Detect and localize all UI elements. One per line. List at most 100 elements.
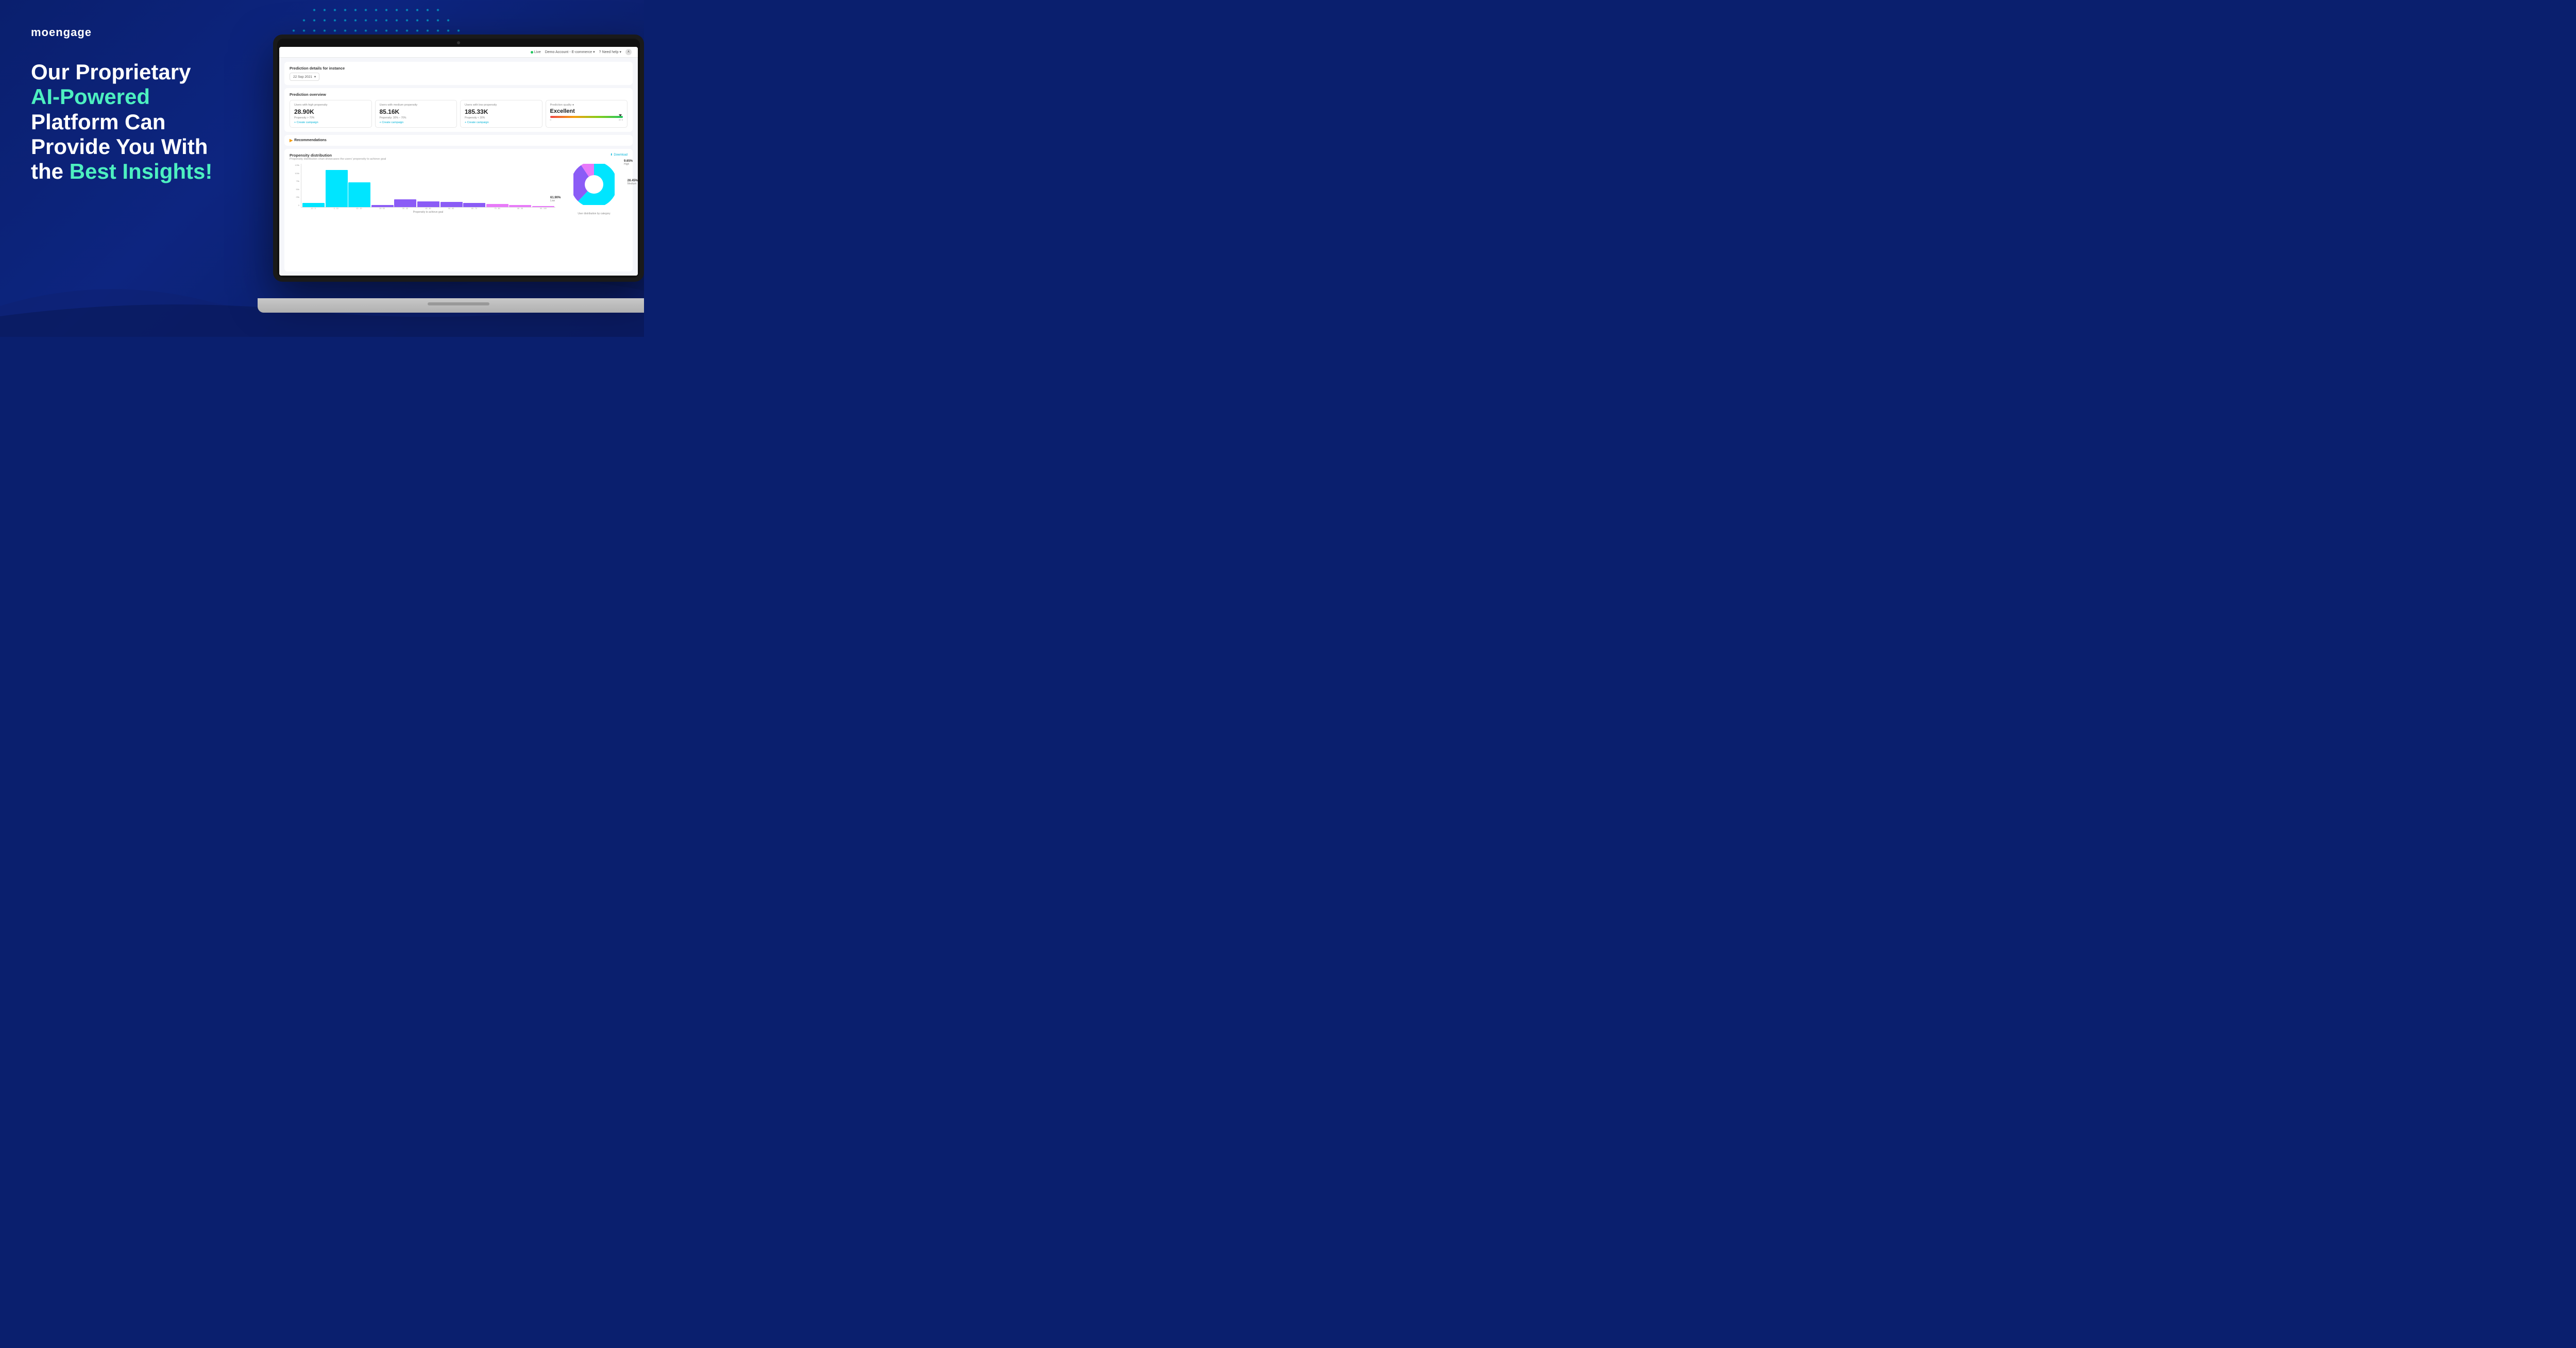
- bar-30-40: [394, 199, 416, 207]
- bar-70-80: [486, 204, 509, 207]
- headline-line4: Provide You With: [31, 134, 242, 159]
- metric-label-quality: Prediction quality ●: [550, 104, 623, 107]
- download-button[interactable]: ⬇ Download: [610, 153, 628, 157]
- bar-20-30: [371, 205, 394, 207]
- page-wrapper: // dots inline via repetition: [0, 0, 644, 337]
- right-panel: Live Demo Account - E-commerce ▾ ? Need …: [268, 0, 644, 337]
- prediction-header: Prediction details for instance 22 Sep 2…: [284, 62, 633, 85]
- metric-card-low: Users with low propensity 185.33K Propen…: [460, 100, 543, 128]
- pie-chart-area: 9.65% High 28.45% Medium: [561, 164, 628, 215]
- quality-indicator: [619, 114, 622, 116]
- x-axis-label: Propensity to achieve goal: [301, 211, 555, 214]
- bar-50-60: [440, 202, 463, 207]
- propensity-titles: Propensity distribution Propensity distr…: [290, 153, 386, 161]
- bar-0-10: [326, 170, 348, 207]
- bar-neg10-0: [302, 203, 325, 207]
- bar-90-100: [532, 206, 554, 207]
- bar-group-0-10: [326, 165, 348, 207]
- x-label-60-70: 60 - 70: [463, 208, 485, 210]
- logo-wordmark: moengage: [31, 26, 92, 39]
- pie-label-medium: 28.45% Medium: [628, 179, 638, 185]
- download-icon: ⬇: [610, 153, 613, 157]
- logo[interactable]: moengage: [31, 26, 242, 39]
- propensity-header: Propensity distribution Propensity distr…: [290, 153, 628, 161]
- propensity-title: Propensity distribution: [290, 153, 386, 158]
- y-label-75k: 75k: [296, 180, 299, 182]
- x-label-10-20: 10 - 20: [348, 208, 370, 210]
- prediction-title: Prediction details for instance: [290, 66, 628, 71]
- metric-card-high: Users with high propensity 28.90K Propen…: [290, 100, 372, 128]
- x-label-50-60: 50 - 60: [440, 208, 462, 210]
- screen-topbar: Live Demo Account - E-commerce ▾ ? Need …: [279, 47, 638, 58]
- laptop-mockup: Live Demo Account - E-commerce ▾ ? Need …: [273, 35, 644, 313]
- laptop-bezel: Live Demo Account - E-commerce ▾ ? Need …: [277, 39, 640, 278]
- chevron-down-icon: ▾: [593, 50, 595, 54]
- bar-group-10-20: [348, 165, 370, 207]
- headline: Our Proprietary AI-Powered Platform Can …: [31, 60, 242, 184]
- x-label-90-100: 90 - 100: [532, 208, 554, 210]
- bar-group-neg10-0: [302, 165, 325, 207]
- pie-label-low: 61.90% Low: [550, 196, 561, 202]
- date-value: 22 Sep 2021: [293, 75, 312, 79]
- metrics-row: Users with high propensity 28.90K Propen…: [290, 100, 628, 128]
- x-labels-row: -10 - 0 0 - 10 10 - 20 20 / 30 30 - 40 4…: [301, 208, 555, 210]
- screen-main: Prediction details for instance 22 Sep 2…: [279, 58, 638, 276]
- high-label: High: [624, 163, 633, 166]
- account-name: Demo Account - E-commerce: [545, 50, 592, 54]
- metric-value-low: 185.33K: [465, 108, 538, 115]
- prediction-overview-section: Prediction overview Users with high prop…: [284, 88, 633, 132]
- triangle-icon: ▶: [290, 138, 293, 143]
- create-campaign-link-high[interactable]: + Create campaign: [294, 121, 367, 124]
- create-campaign-link-low[interactable]: + Create campaign: [465, 121, 538, 124]
- recommendations-section[interactable]: ▶ Recommendations: [284, 135, 633, 146]
- bar-group-50-60: [440, 165, 463, 207]
- laptop-body: Live Demo Account - E-commerce ▾ ? Need …: [273, 35, 644, 282]
- laptop-base: [258, 298, 644, 313]
- live-indicator: Live: [531, 50, 541, 54]
- create-campaign-link-medium[interactable]: + Create campaign: [380, 121, 453, 124]
- bar-group-70-80: [486, 165, 509, 207]
- metric-card-quality: Prediction quality ● Excellent 0 87.9: [546, 100, 628, 128]
- overview-title: Prediction overview: [290, 92, 628, 97]
- user-avatar[interactable]: A: [625, 49, 632, 55]
- bar-group-60-70: [463, 165, 485, 207]
- avatar-letter: A: [628, 50, 629, 54]
- propensity-subtitle: Propensity distribution chart showcases …: [290, 158, 386, 161]
- help-button[interactable]: ? Need help ▾: [599, 50, 621, 54]
- bars-container: [301, 164, 555, 208]
- account-selector[interactable]: Demo Account - E-commerce ▾: [545, 50, 595, 54]
- metric-label-low: Users with low propensity: [465, 104, 538, 107]
- pie-chart-title: User distribution by category: [578, 212, 610, 215]
- metric-value-quality: Excellent: [550, 108, 623, 114]
- y-label-100k: 100k: [295, 172, 299, 175]
- low-label: Low: [550, 199, 561, 202]
- y-label-125k: 125k: [295, 164, 299, 166]
- x-label-40-50: 40 - 50: [417, 208, 439, 210]
- live-label: Live: [534, 50, 541, 54]
- chevron-down-icon-help: ▾: [619, 50, 621, 54]
- headline-line3: Platform Can: [31, 110, 242, 134]
- y-label-0: 0: [298, 204, 299, 207]
- metric-value-medium: 85.16K: [380, 108, 453, 115]
- bar-group-40-50: [417, 165, 439, 207]
- date-selector[interactable]: 22 Sep 2021 ▾: [290, 73, 319, 81]
- live-status-dot: [531, 51, 533, 54]
- bar-chart: 125k 100k 75k 50k 25k 0: [290, 164, 555, 215]
- headline-line1: Our Proprietary: [31, 60, 242, 84]
- chart-area: 125k 100k 75k 50k 25k 0: [290, 164, 628, 215]
- help-label: ?: [599, 50, 601, 54]
- headline-line5: the Best Insights!: [31, 159, 242, 184]
- left-panel: moengage Our Proprietary AI-Powered Plat…: [0, 0, 268, 337]
- headline-line2-accent: AI-Powered: [31, 84, 242, 109]
- medium-label: Medium: [628, 182, 638, 185]
- bar-group-20-30: [371, 165, 394, 207]
- recommendations-title: ▶ Recommendations: [290, 138, 628, 143]
- download-label: Download: [614, 153, 628, 157]
- x-label-30-40: 30 - 40: [394, 208, 416, 210]
- metric-label-high: Users with high propensity: [294, 104, 367, 107]
- y-label-50k: 50k: [296, 188, 299, 191]
- recommendations-label: Recommendations: [294, 139, 327, 142]
- x-label-0-10: 0 - 10: [325, 208, 347, 210]
- x-label-20-30: 20 / 30: [371, 208, 393, 210]
- laptop-camera: [457, 41, 460, 44]
